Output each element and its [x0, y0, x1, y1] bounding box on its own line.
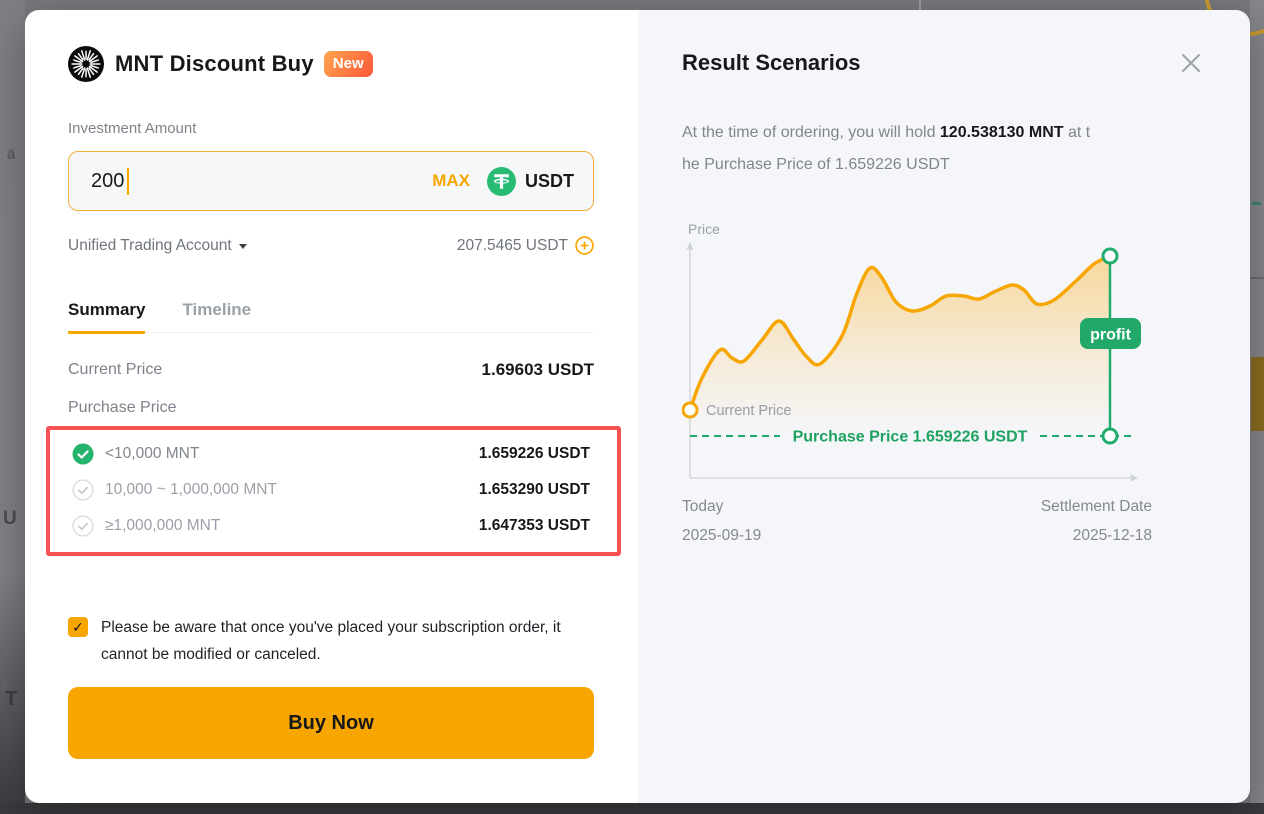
current-price-marker — [683, 403, 697, 417]
tabs-bar: Summary Timeline — [68, 300, 594, 333]
mnt-discount-buy-dialog: MNT Discount Buy New Investment Amount 2… — [25, 10, 1250, 803]
background-text-fragment: U — [3, 508, 17, 530]
holding-amount: 120.538130 MNT — [940, 124, 1064, 141]
scenarios-title: Result Scenarios — [682, 50, 861, 76]
tier-price: 1.659226 USDT — [479, 445, 590, 463]
tier-range: ≥1,000,000 MNT — [105, 517, 220, 535]
purchase-price-line-label: Purchase Price 1.659226 USDT — [793, 429, 1028, 446]
x-axis-arrow — [1131, 474, 1139, 481]
backdrop-bottom-strip — [0, 803, 1264, 814]
background-text-fragment: ä — [7, 146, 15, 163]
account-name: Unified Trading Account — [68, 237, 232, 255]
order-form-panel: MNT Discount Buy New Investment Amount 2… — [25, 10, 638, 803]
today-label-group: Today 2025-09-19 — [682, 493, 761, 550]
settlement-top-marker — [1103, 249, 1117, 263]
scenarios-summary: At the time of ordering, you will hold 1… — [682, 117, 1205, 181]
price-tier-row[interactable]: 10,000 ~ 1,000,000 MNT 1.653290 USDT — [72, 472, 590, 508]
purchase-price-label: Purchase Price — [68, 399, 594, 417]
disclaimer-row: ✓ Please be aware that once you've place… — [68, 614, 594, 668]
chart-x-labels: Today 2025-09-19 Settlement Date 2025-12… — [682, 493, 1152, 550]
dialog-header: MNT Discount Buy New — [68, 46, 594, 82]
new-badge: New — [324, 51, 373, 77]
price-tier-row[interactable]: ≥1,000,000 MNT 1.647353 USDT — [72, 508, 590, 544]
check-circle-unselected-icon — [72, 515, 94, 537]
dialog-title: MNT Discount Buy — [115, 51, 314, 77]
chevron-down-icon — [239, 244, 247, 249]
background-tick-fragment — [919, 0, 921, 10]
account-row: Unified Trading Account 207.5465 USDT — [68, 236, 594, 255]
agreement-checkbox[interactable]: ✓ — [68, 617, 88, 637]
deposit-plus-icon[interactable] — [575, 236, 594, 255]
disclaimer-text: Please be aware that once you've placed … — [101, 614, 594, 668]
scenarios-header: Result Scenarios — [682, 49, 1205, 77]
settlement-label-group: Settlement Date 2025-12-18 — [1041, 493, 1152, 550]
tier-range: <10,000 MNT — [105, 445, 199, 463]
result-scenarios-panel: Result Scenarios At the time of ordering… — [638, 10, 1250, 803]
check-circle-unselected-icon — [72, 479, 94, 501]
profit-badge-label: profit — [1090, 327, 1132, 344]
summary-prefix: At the time of ordering, you will hold — [682, 124, 940, 141]
settlement-bottom-marker — [1103, 429, 1117, 443]
usdt-icon — [487, 167, 516, 196]
tab-timeline[interactable]: Timeline — [182, 300, 251, 334]
account-selector[interactable]: Unified Trading Account — [68, 237, 247, 255]
account-balance: 207.5465 USDT — [457, 237, 568, 255]
price-tier-highlight-box: <10,000 MNT 1.659226 USDT 10,000 ~ 1,000… — [46, 426, 621, 556]
buy-now-button[interactable]: Buy Now — [68, 687, 594, 759]
scenario-chart: Price Purchase Price 1.659226 USDT Curre… — [682, 218, 1152, 488]
today-date: 2025-09-19 — [682, 522, 761, 551]
current-price-value: 1.69603 USDT — [482, 360, 594, 380]
y-axis-title: Price — [688, 221, 720, 237]
tier-price: 1.653290 USDT — [479, 481, 590, 499]
account-balance-group: 207.5465 USDT — [457, 236, 594, 255]
check-circle-selected-icon — [72, 443, 94, 465]
settlement-label: Settlement Date — [1041, 493, 1152, 522]
investment-amount-label: Investment Amount — [68, 120, 594, 137]
background-text-fragment: T — [5, 688, 17, 711]
current-price-label: Current Price — [68, 361, 162, 379]
currency-label: USDT — [525, 171, 574, 192]
tab-summary[interactable]: Summary — [68, 300, 145, 334]
background-dash-fragment — [1252, 202, 1261, 205]
current-price-row: Current Price 1.69603 USDT — [68, 360, 594, 380]
tier-range: 10,000 ~ 1,000,000 MNT — [105, 481, 277, 499]
background-block-fragment — [1251, 357, 1264, 431]
close-icon[interactable] — [1177, 49, 1205, 77]
mnt-logo-icon — [68, 46, 104, 82]
amount-value: 200 — [91, 170, 124, 193]
price-tier-row[interactable]: <10,000 MNT 1.659226 USDT — [72, 436, 590, 472]
investment-amount-input[interactable]: 200 MAX USDT — [68, 151, 594, 211]
max-button[interactable]: MAX — [432, 171, 470, 191]
current-price-chart-label: Current Price — [706, 403, 791, 419]
settlement-date: 2025-12-18 — [1041, 522, 1152, 551]
today-label: Today — [682, 493, 761, 522]
background-line-fragment — [1250, 277, 1264, 279]
text-caret — [127, 168, 129, 195]
tier-price: 1.647353 USDT — [479, 517, 590, 535]
